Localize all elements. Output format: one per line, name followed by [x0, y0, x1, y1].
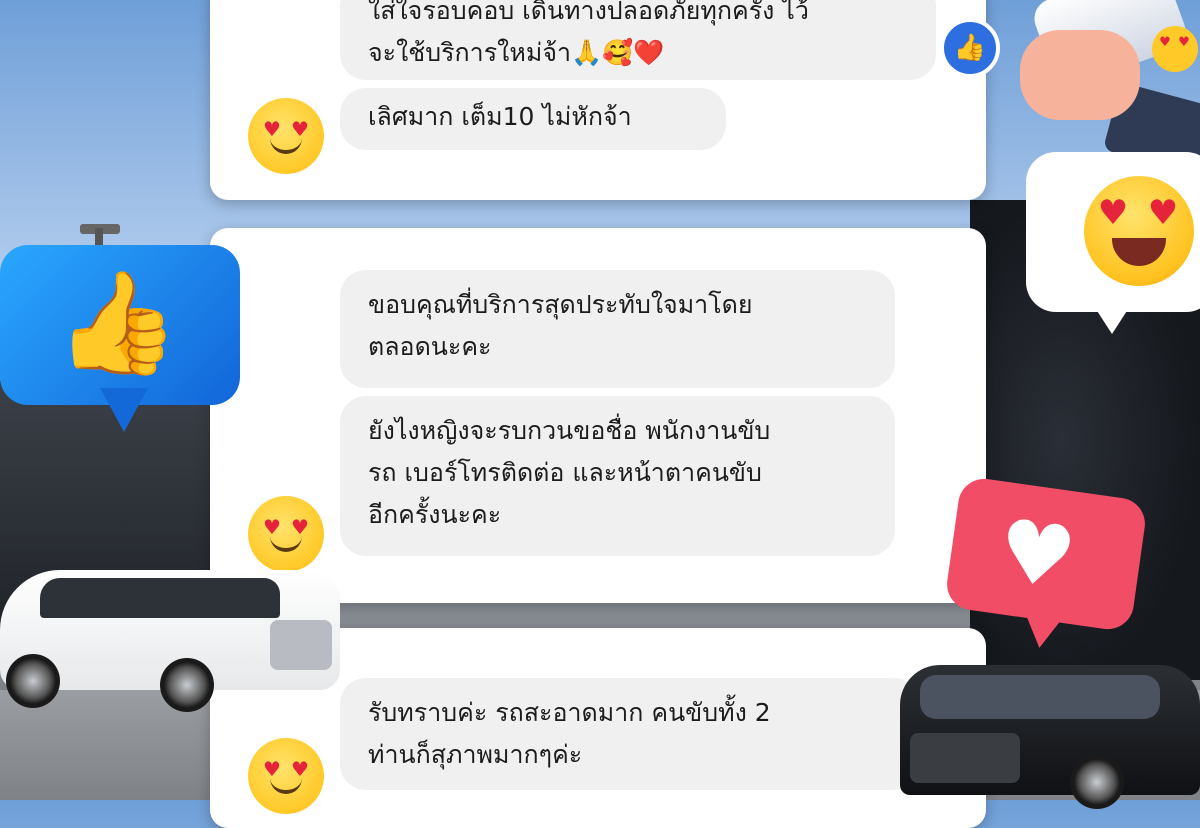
like-reaction-icon: 👍 [940, 18, 1000, 78]
chat-card-2: ขอบคุณที่บริการสุดประทับใจมาโดย ตลอดนะคะ… [210, 228, 986, 603]
message-line: ใส่ใจรอบคอบ เดินทางปลอดภัยทุกครั้ง ไว้ [368, 0, 809, 25]
message-line: อีกครั้งนะคะ [368, 500, 502, 529]
message-line: จะใช้บริการใหม่จ้า🙏🥰❤️ [368, 38, 665, 67]
chat-bubble: ใส่ใจรอบคอบ เดินทางปลอดภัยทุกครั้ง ไว้ จ… [340, 0, 936, 80]
message-line: รถ เบอร์โทรติดต่อ และหน้าตาคนขับ [368, 458, 762, 487]
hand-graphic [1020, 30, 1140, 120]
heart-bubble-tail [1017, 607, 1067, 651]
message-line: รับทราบค่ะ รถสะอาดมาก คนขับทั้ง 2 [368, 698, 771, 727]
message-line: ตลอดนะคะ [368, 332, 492, 361]
chat-bubble: เลิศมาก เต็ม10 ไม่หักจ้า [340, 88, 726, 150]
heart-eyes-bubble-tail [1090, 300, 1134, 334]
black-van-image [900, 655, 1200, 809]
chat-bubble: รับทราบค่ะ รถสะอาดมาก คนขับทั้ง 2 ท่านก็… [340, 678, 920, 790]
like-bubble-tail [100, 388, 148, 432]
small-heart-eyes-emoji-icon: ♥ ♥ [1152, 26, 1198, 72]
message-line: ท่านก็สุภาพมากๆค่ะ [368, 740, 583, 769]
message-line: เลิศมาก เต็ม10 ไม่หักจ้า [368, 102, 632, 131]
heart-eyes-emoji-icon: ♥ ♥ [1084, 176, 1194, 286]
avatar-emoji-icon: ♥ ♥ [248, 738, 324, 814]
message-line: ยังไงหญิงจะรบกวนขอชื่อ พนักงานขับ [368, 416, 771, 445]
white-van-image [0, 560, 340, 720]
chat-card-1: ใส่ใจรอบคอบ เดินทางปลอดภัยทุกครั้ง ไว้ จ… [210, 0, 986, 200]
chat-bubble: ยังไงหญิงจะรบกวนขอชื่อ พนักงานขับ รถ เบอ… [340, 396, 895, 556]
message-line: ขอบคุณที่บริการสุดประทับใจมาโดย [368, 290, 753, 319]
thumbs-up-icon: 👍 [55, 264, 180, 381]
chat-bubble: ขอบคุณที่บริการสุดประทับใจมาโดย ตลอดนะคะ [340, 270, 895, 388]
avatar-emoji-icon: ♥ ♥ [248, 98, 324, 174]
heart-icon: ♥ [991, 500, 1082, 610]
